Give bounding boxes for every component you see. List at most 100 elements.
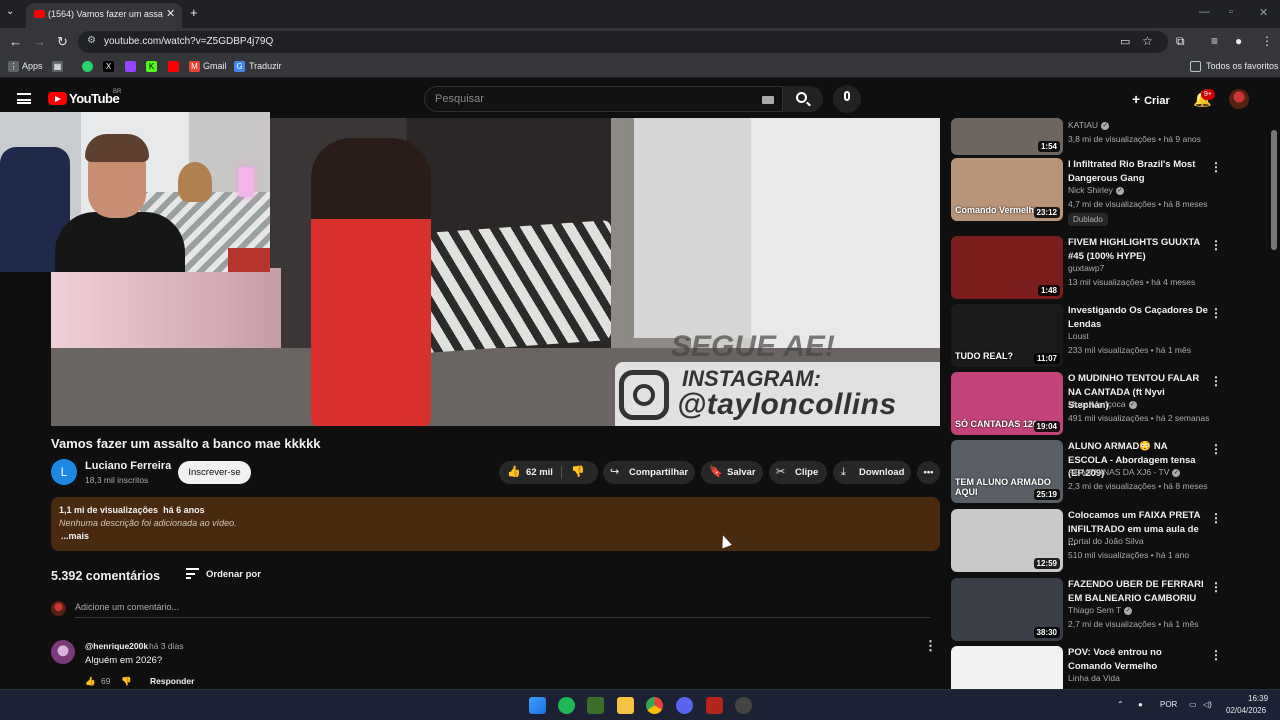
recommendation-title[interactable]: POV: Você entrou no Comando Vermelho <box>1068 646 1208 673</box>
all-bookmarks[interactable]: Todos os favoritos <box>1206 61 1279 71</box>
recommendation-channel[interactable]: Nick Shirley ✓ <box>1068 185 1124 195</box>
recommendation-thumbnail[interactable]: 1:54 <box>951 118 1063 155</box>
comment-dislike-icon[interactable]: 👎 <box>121 676 132 687</box>
site-info-icon[interactable]: ⚙ <box>87 35 96 46</box>
comment-like-icon[interactable]: 👍 <box>85 676 96 687</box>
page-scrollbar[interactable] <box>1271 130 1277 250</box>
spotify-icon[interactable] <box>558 697 575 714</box>
reload-icon[interactable]: ↻ <box>57 34 68 50</box>
grid-icon[interactable]: ▦ <box>52 61 63 72</box>
recommendation-channel[interactable]: Portal do João Silva <box>1068 536 1144 546</box>
recommendation-title[interactable]: Investigando Os Caçadores De Lendas <box>1068 304 1208 331</box>
discord-icon[interactable] <box>676 697 693 714</box>
description-box[interactable]: 1,1 mi de visualizações há 6 anos Nenhum… <box>51 497 940 551</box>
tray-volume-icon[interactable]: ◁) <box>1203 700 1212 709</box>
comment-avatar[interactable] <box>51 640 75 664</box>
recommendation-more-icon[interactable]: ⋮ <box>1210 238 1222 252</box>
bookmark-gmail[interactable]: Gmail <box>203 61 227 71</box>
tray-language[interactable]: POR <box>1160 700 1177 709</box>
dislike-icon[interactable]: 👎 <box>571 461 585 484</box>
tray-date[interactable]: 02/04/2026 <box>1226 706 1266 715</box>
recommendation-channel[interactable]: guxtawp7 <box>1068 263 1104 273</box>
cast-icon[interactable]: ▭ <box>1120 35 1130 48</box>
recommendation-thumbnail[interactable]: Comando Vermelho 23:12 <box>951 158 1063 221</box>
more-actions-button[interactable]: ••• <box>917 461 940 484</box>
keyboard-icon[interactable] <box>762 96 774 104</box>
download-button[interactable]: ⤓ Download <box>833 461 911 484</box>
share-button[interactable]: ↪ Compartilhar <box>603 461 695 484</box>
maximize-icon[interactable]: ▫ <box>1229 6 1233 18</box>
create-button[interactable]: + Criar <box>1132 91 1170 107</box>
recommendation-thumbnail[interactable]: SÓ CANTADAS 120 19:04 <box>951 372 1063 435</box>
recommendation-more-icon[interactable]: ⋮ <box>1210 442 1222 456</box>
search-button[interactable] <box>783 86 823 112</box>
sort-icon[interactable] <box>186 568 199 579</box>
recommendation-more-icon[interactable]: ⋮ <box>1210 160 1222 174</box>
x-twitter-icon[interactable]: X <box>103 61 114 72</box>
back-icon[interactable]: ← <box>9 34 22 49</box>
account-avatar[interactable] <box>1229 89 1249 109</box>
address-bar[interactable]: ⚙ youtube.com/watch?v=Z5GDBP4j79Q ▭ ☆ <box>78 31 1168 53</box>
recommendation-channel[interactable]: KATIAU ✓ <box>1068 120 1110 130</box>
recommendation-thumbnail[interactable]: 38:30 <box>951 578 1063 641</box>
kick-icon[interactable]: K <box>146 61 157 72</box>
bookmark-star-icon[interactable]: ☆ <box>1142 34 1153 48</box>
youtube-logo-icon[interactable] <box>48 92 67 105</box>
tray-time[interactable]: 16:39 <box>1248 694 1268 703</box>
extensions-icon[interactable]: ⧉ <box>1176 34 1185 49</box>
search-input[interactable]: Pesquisar <box>424 86 783 112</box>
windows-start-icon[interactable] <box>529 697 546 714</box>
browser-tab[interactable]: (1564) Vamos fazer um assalto ✕ <box>26 3 182 28</box>
minimize-icon[interactable]: — <box>1199 6 1210 18</box>
comment-reply-button[interactable]: Responder <box>150 676 194 686</box>
bookmark-traduzir[interactable]: Traduzir <box>249 61 282 71</box>
channel-name[interactable]: Luciano Ferreira <box>85 460 171 472</box>
like-icon[interactable]: 👍 <box>507 461 521 484</box>
add-comment-input[interactable]: Adicione um comentário... <box>75 602 179 612</box>
reading-list-icon[interactable]: ≡ <box>1211 34 1218 48</box>
game-launcher-icon[interactable] <box>587 697 604 714</box>
chrome-taskbar-icon[interactable] <box>646 697 663 714</box>
sort-button[interactable]: Ordenar por <box>206 569 261 580</box>
obs-icon[interactable] <box>735 697 752 714</box>
recommendation-thumbnail[interactable]: TUDO REAL? 11:07 <box>951 304 1063 367</box>
bookmark-apps[interactable]: Apps <box>22 61 43 71</box>
channel-avatar[interactable]: L <box>51 459 77 485</box>
recommendation-channel[interactable]: Linha da Vida <box>1068 673 1120 683</box>
recommendation-title[interactable]: FIVEM HIGHLIGHTS GUUXTA #45 (100% HYPE) <box>1068 236 1208 263</box>
like-count[interactable]: 62 mil <box>526 461 553 484</box>
tray-network-icon[interactable]: ▭ <box>1189 700 1197 709</box>
youtube-bookmark-icon[interactable] <box>168 61 179 72</box>
save-button[interactable]: 🔖 Salvar <box>701 461 763 484</box>
recommendation-channel[interactable]: Muca Muriçoca ✓ <box>1068 399 1137 409</box>
comment-time[interactable]: há 3 dias <box>149 641 184 651</box>
recommendation-title[interactable]: I Infiltrated Rio Brazil's Most Dangerou… <box>1068 158 1208 185</box>
recommendation-thumbnail[interactable]: 12:59 <box>951 509 1063 572</box>
recommendation-more-icon[interactable]: ⋮ <box>1210 580 1222 594</box>
forward-icon[interactable]: → <box>33 34 46 49</box>
app-taskbar-icon[interactable] <box>706 697 723 714</box>
recommendation-more-icon[interactable]: ⋮ <box>1210 306 1222 320</box>
twitch-icon[interactable] <box>125 61 136 72</box>
tray-chevron-icon[interactable]: ⌃ <box>1117 700 1124 709</box>
profile-icon[interactable]: ● <box>1235 34 1242 48</box>
clip-button[interactable]: ✂ Clipe <box>769 461 827 484</box>
description-more[interactable]: ...mais <box>61 531 89 541</box>
recommendation-thumbnail[interactable]: 1:48 <box>951 236 1063 299</box>
voice-search-button[interactable] <box>833 85 861 113</box>
menu-icon[interactable] <box>17 93 31 104</box>
tray-mic-icon[interactable]: ● <box>1138 700 1143 709</box>
youtube-logo-text[interactable]: YouTube <box>69 91 120 106</box>
recommendation-more-icon[interactable]: ⋮ <box>1210 648 1222 662</box>
recommendation-more-icon[interactable]: ⋮ <box>1210 374 1222 388</box>
chrome-menu-icon[interactable]: ⋮ <box>1261 34 1273 48</box>
recommendation-more-icon[interactable]: ⋮ <box>1210 511 1222 525</box>
tab-close-icon[interactable]: ✕ <box>166 7 175 20</box>
recommendation-channel[interactable]: Thiago Sem T ✓ <box>1068 605 1133 615</box>
comment-author[interactable]: @henrique200k <box>85 641 148 651</box>
whatsapp-icon[interactable] <box>82 61 93 72</box>
recommendation-channel[interactable]: Loust <box>1068 331 1089 341</box>
recommendation-thumbnail[interactable]: TEM ALUNO ARMADO AQUI 25:19 <box>951 440 1063 503</box>
recommendation-channel[interactable]: AS MENINAS DA XJ6 - TV ✓ <box>1068 467 1181 477</box>
file-explorer-icon[interactable] <box>617 697 634 714</box>
